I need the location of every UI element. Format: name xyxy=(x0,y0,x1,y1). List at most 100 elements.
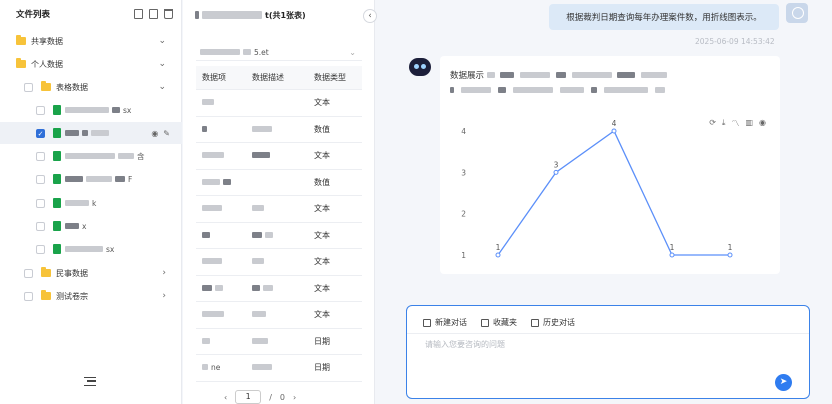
checkbox-checked[interactable]: ✓ xyxy=(36,128,45,138)
file-row[interactable]: x xyxy=(0,215,182,237)
file-name-redacted xyxy=(65,107,109,113)
y-tick-label: 4 xyxy=(461,127,466,136)
folder-label: 表格数据 xyxy=(56,82,88,92)
cell-type: 文本 xyxy=(314,283,330,293)
send-button[interactable]: ➤ xyxy=(775,374,792,391)
cell-redacted xyxy=(252,284,260,291)
favorites-button[interactable]: 收藏夹 xyxy=(481,317,517,328)
file-name-redacted xyxy=(65,130,79,136)
title-redacted xyxy=(202,11,262,19)
next-page-button[interactable]: › xyxy=(293,393,296,402)
cell-redacted xyxy=(202,231,210,238)
cell-type: 文本 xyxy=(314,230,330,240)
folder-shared[interactable]: 共享数据 ⌄ xyxy=(0,30,182,52)
checkbox[interactable] xyxy=(36,174,45,184)
data-point xyxy=(553,169,559,175)
collapse-panel-button[interactable]: ‹ xyxy=(363,9,377,23)
folder-test[interactable]: 测试卷宗 › xyxy=(0,285,182,307)
checkbox[interactable] xyxy=(36,105,45,115)
eye-icon[interactable]: ◉ xyxy=(151,129,158,138)
folder-label: 共享数据 xyxy=(31,36,63,46)
checkbox[interactable] xyxy=(24,82,33,92)
chevron-down-icon[interactable]: ⌄ xyxy=(158,82,166,92)
table-header: 数据项 数据描述 数据类型 xyxy=(196,66,362,90)
cell-type: 数值 xyxy=(314,124,330,134)
file-row[interactable]: k xyxy=(0,192,182,214)
cell-redacted xyxy=(202,152,224,159)
header-desc: 数据描述 xyxy=(252,73,284,82)
cell-redacted xyxy=(202,364,208,371)
pagination: ‹ 1 / 0 › xyxy=(224,390,296,404)
folder-civil[interactable]: 民事数据 › xyxy=(0,262,182,284)
new-file-icon[interactable] xyxy=(149,9,158,19)
chevron-down-icon[interactable]: ⌄ xyxy=(158,59,166,69)
bot-avatar xyxy=(409,58,431,76)
file-row[interactable]: sx xyxy=(0,99,182,121)
file-name-suffix: x xyxy=(82,221,87,231)
file-row-selected[interactable]: ✓ ◉ ✎ xyxy=(0,122,182,144)
folder-personal[interactable]: 个人数据 ⌄ xyxy=(0,53,182,75)
bot-answer-card: 数据展示 ⟳ ⤓ 〽 ▥ ◉ 123413411 xyxy=(440,56,780,274)
chevron-down-icon: ⌄ xyxy=(349,47,356,57)
file-row[interactable]: sx xyxy=(0,238,182,260)
cell-type: 文本 xyxy=(314,151,330,161)
file-name-suffix: F xyxy=(128,174,133,184)
file-row-actions: ◉ ✎ xyxy=(151,129,170,138)
page-total: 0 xyxy=(279,392,285,402)
title-redacted xyxy=(195,11,199,19)
composer-tabs: 新建对话 收藏夹 历史对话 xyxy=(423,317,575,328)
sheet-name-redacted xyxy=(200,49,240,55)
table-row: ne 日期 xyxy=(196,355,362,382)
table-row: 文本 xyxy=(196,302,362,329)
checkbox[interactable] xyxy=(24,291,33,301)
question-input[interactable] xyxy=(425,340,765,349)
data-label: 3 xyxy=(554,160,559,169)
chevron-right-icon[interactable]: › xyxy=(162,291,166,301)
sheet-select[interactable]: 5.et ⌄ xyxy=(196,44,362,61)
page-input[interactable]: 1 xyxy=(235,390,262,404)
new-chat-button[interactable]: 新建对话 xyxy=(423,317,467,328)
excel-file-icon xyxy=(53,244,61,254)
composer-divider xyxy=(407,333,809,334)
folder-label: 测试卷宗 xyxy=(56,291,88,301)
table-row: 文本 xyxy=(196,143,362,170)
file-name-redacted xyxy=(65,176,83,182)
chevron-right-icon[interactable]: › xyxy=(162,268,166,278)
cell-type: 文本 xyxy=(314,257,330,267)
new-folder-icon[interactable] xyxy=(134,9,143,19)
schema-table: 数据项 数据描述 数据类型 文本 数值 文本 数值 文本 文本 文本 文本 文本… xyxy=(196,66,362,382)
checkbox[interactable] xyxy=(24,268,33,278)
cell-redacted xyxy=(202,284,212,291)
edit-icon[interactable]: ✎ xyxy=(163,129,170,138)
prev-page-button[interactable]: ‹ xyxy=(224,393,227,402)
delete-icon[interactable] xyxy=(164,9,173,19)
file-name-suffix: sx xyxy=(123,105,132,115)
chevron-down-icon[interactable]: ⌄ xyxy=(158,36,166,46)
sheet-name-redacted xyxy=(243,49,251,55)
y-tick-label: 1 xyxy=(461,251,466,260)
file-row[interactable]: 含 xyxy=(0,145,182,167)
file-list-title: 文件列表 xyxy=(16,10,51,20)
folder-icon xyxy=(16,58,26,68)
series-line xyxy=(497,130,730,256)
history-button[interactable]: 历史对话 xyxy=(531,317,575,328)
checkbox[interactable] xyxy=(36,151,45,161)
file-row[interactable]: F xyxy=(0,168,182,190)
checkbox[interactable] xyxy=(36,198,45,208)
line-chart: 1 2 3 4 1 3 4 1 1 xyxy=(461,119,732,260)
excel-file-icon xyxy=(53,128,61,138)
cell-redacted xyxy=(202,337,210,344)
checkbox[interactable] xyxy=(36,221,45,231)
table-row: 文本 xyxy=(196,223,362,249)
y-tick-label: 2 xyxy=(461,210,466,219)
folder-label: 个人数据 xyxy=(31,59,63,69)
file-name-redacted xyxy=(86,176,112,182)
checkbox[interactable] xyxy=(36,244,45,254)
table-count-label: t(共1张表) xyxy=(265,10,306,20)
cell-item-text: ne xyxy=(211,363,221,373)
menu-collapse-icon[interactable] xyxy=(84,377,96,386)
folder-icon xyxy=(41,267,51,277)
folder-table-data[interactable]: 表格数据 ⌄ xyxy=(0,76,182,98)
cell-type: 文本 xyxy=(314,204,330,214)
data-point xyxy=(611,128,617,134)
